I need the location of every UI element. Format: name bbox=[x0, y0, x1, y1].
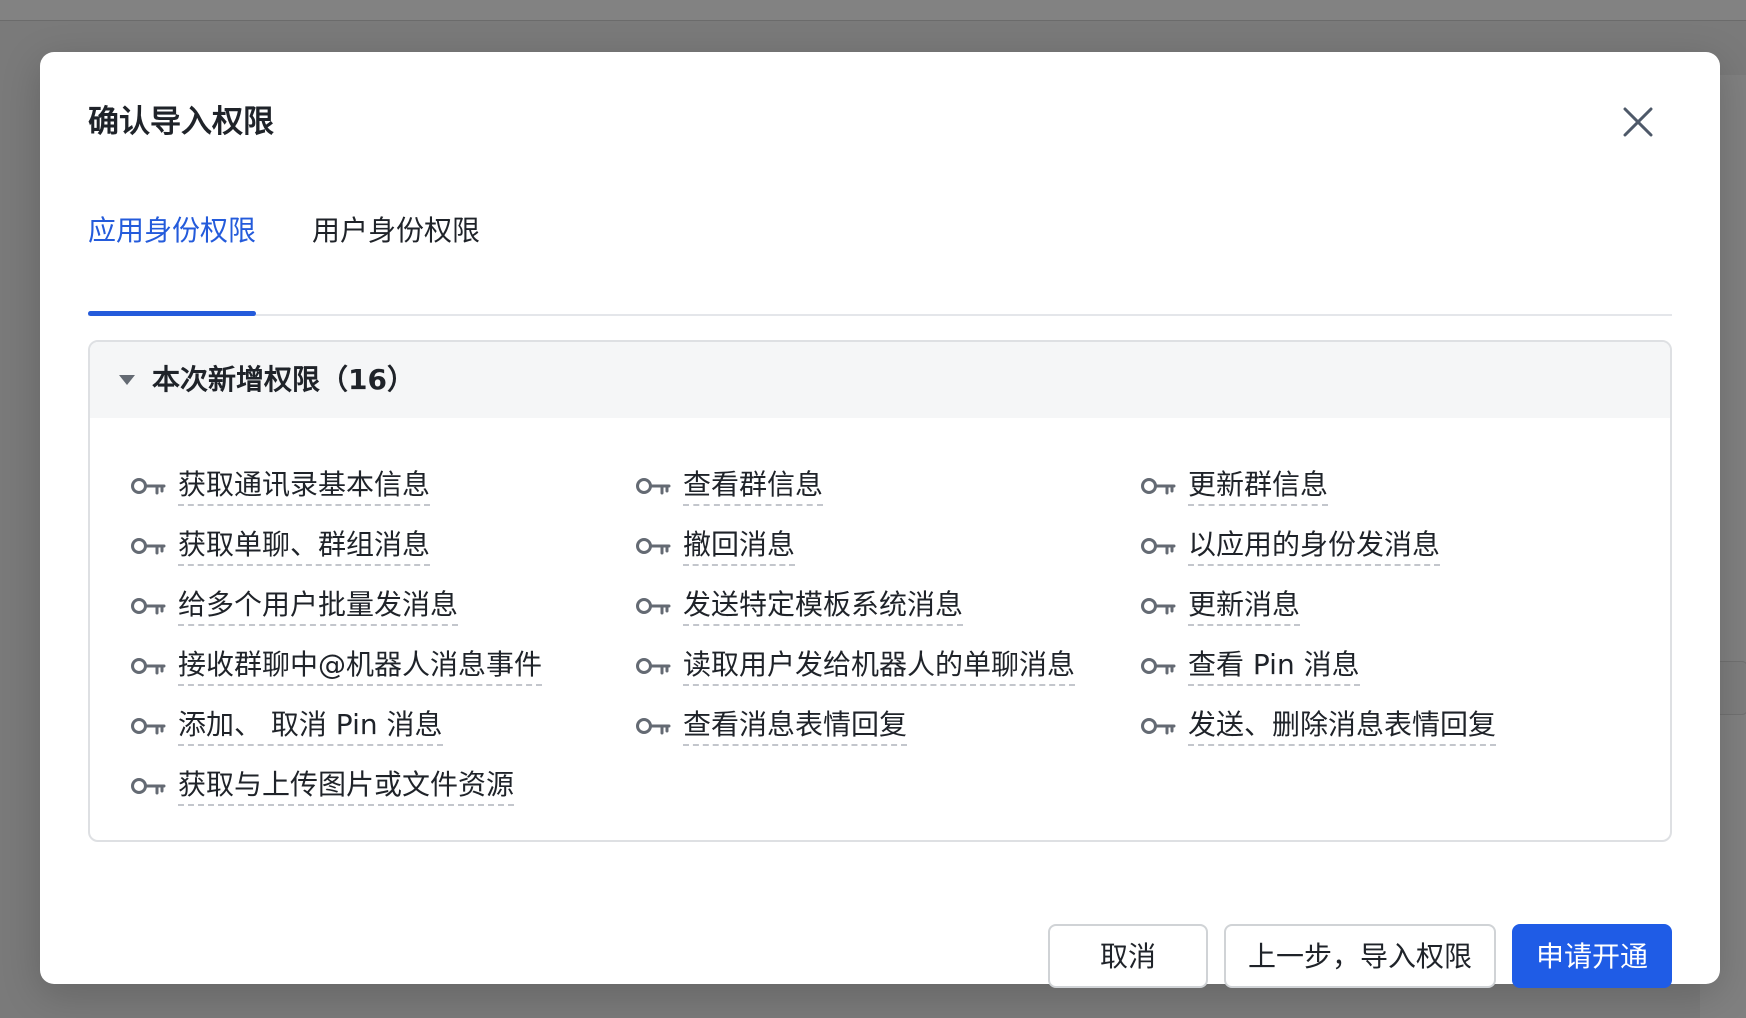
key-icon bbox=[635, 475, 671, 497]
permission-item[interactable]: 撤回消息 bbox=[635, 526, 796, 566]
permission-item[interactable]: 以应用的身份发消息 bbox=[1140, 526, 1441, 566]
permission-label: 发送、删除消息表情回复 bbox=[1188, 706, 1497, 746]
permission-item[interactable]: 更新群信息 bbox=[1140, 466, 1329, 506]
confirm-import-permissions-dialog: 确认导入权限 应用身份权限 用户身份权限 本次新增权限（16） 获取通讯录基本信… bbox=[40, 52, 1720, 988]
tab-bar: 应用身份权限 用户身份权限 bbox=[88, 192, 1672, 316]
permission-label: 撤回消息 bbox=[683, 526, 796, 566]
permission-label: 接收群聊中@机器人消息事件 bbox=[178, 646, 543, 686]
key-icon bbox=[130, 595, 166, 617]
permission-item[interactable]: 查看消息表情回复 bbox=[635, 706, 908, 746]
cancel-button[interactable]: 取消 bbox=[1048, 924, 1208, 988]
tab-label: 用户身份权限 bbox=[312, 214, 481, 247]
permission-item[interactable]: 更新消息 bbox=[1140, 586, 1301, 626]
key-icon bbox=[130, 475, 166, 497]
permission-item[interactable]: 接收群聊中@机器人消息事件 bbox=[130, 646, 543, 686]
panel-title: 本次新增权限（16） bbox=[152, 363, 415, 396]
key-icon bbox=[635, 535, 671, 557]
active-tab-indicator bbox=[88, 311, 257, 316]
permission-label: 读取用户发给机器人的单聊消息 bbox=[683, 646, 1076, 686]
permission-label: 给多个用户批量发消息 bbox=[178, 586, 459, 626]
key-icon bbox=[1140, 595, 1176, 617]
apply-button[interactable]: 申请开通 bbox=[1512, 924, 1672, 988]
permission-item[interactable]: 查看 Pin 消息 bbox=[1140, 646, 1360, 686]
key-icon bbox=[635, 715, 671, 737]
key-icon bbox=[635, 595, 671, 617]
permission-label: 获取通讯录基本信息 bbox=[178, 466, 431, 506]
permission-label: 添加、 取消 Pin 消息 bbox=[178, 706, 443, 746]
permission-label: 更新消息 bbox=[1188, 586, 1301, 626]
key-icon bbox=[1140, 715, 1176, 737]
dialog-title: 确认导入权限 bbox=[88, 104, 274, 140]
permission-item[interactable]: 获取单聊、群组消息 bbox=[130, 526, 431, 566]
permission-item[interactable]: 查看群信息 bbox=[635, 466, 824, 506]
permission-item[interactable]: 给多个用户批量发消息 bbox=[130, 586, 459, 626]
tab-app-identity-permissions[interactable]: 应用身份权限 bbox=[88, 192, 257, 316]
permission-label: 更新群信息 bbox=[1188, 466, 1329, 506]
permission-label: 获取单聊、群组消息 bbox=[178, 526, 431, 566]
permission-item[interactable]: 获取与上传图片或文件资源 bbox=[130, 766, 515, 806]
permission-item[interactable]: 发送特定模板系统消息 bbox=[635, 586, 964, 626]
permission-label: 发送特定模板系统消息 bbox=[683, 586, 964, 626]
permission-item[interactable]: 读取用户发给机器人的单聊消息 bbox=[635, 646, 1076, 686]
tab-label: 应用身份权限 bbox=[88, 214, 257, 247]
key-icon bbox=[130, 535, 166, 557]
permission-item[interactable]: 获取通讯录基本信息 bbox=[130, 466, 431, 506]
close-icon bbox=[1618, 102, 1658, 142]
back-import-permissions-button[interactable]: 上一步，导入权限 bbox=[1224, 924, 1496, 988]
caret-down-icon bbox=[118, 371, 136, 389]
permission-label: 查看群信息 bbox=[683, 466, 824, 506]
key-icon bbox=[1140, 535, 1176, 557]
close-button[interactable] bbox=[1618, 102, 1658, 142]
key-icon bbox=[130, 655, 166, 677]
panel-header-toggle[interactable]: 本次新增权限（16） bbox=[90, 342, 1670, 418]
key-icon bbox=[1140, 655, 1176, 677]
key-icon bbox=[130, 715, 166, 737]
key-icon bbox=[1140, 475, 1176, 497]
permission-item[interactable]: 添加、 取消 Pin 消息 bbox=[130, 706, 443, 746]
background-header bbox=[0, 0, 1746, 21]
permission-label: 以应用的身份发消息 bbox=[1188, 526, 1441, 566]
new-permissions-panel: 本次新增权限（16） 获取通讯录基本信息 查看群信息 更新群信息 获取单聊、群组… bbox=[88, 340, 1672, 842]
permission-label: 获取与上传图片或文件资源 bbox=[178, 766, 515, 806]
permission-label: 查看 Pin 消息 bbox=[1188, 646, 1360, 686]
key-icon bbox=[635, 655, 671, 677]
key-icon bbox=[130, 775, 166, 797]
permission-item[interactable]: 发送、删除消息表情回复 bbox=[1140, 706, 1497, 746]
permission-label: 查看消息表情回复 bbox=[683, 706, 908, 746]
tab-user-identity-permissions[interactable]: 用户身份权限 bbox=[312, 192, 480, 314]
